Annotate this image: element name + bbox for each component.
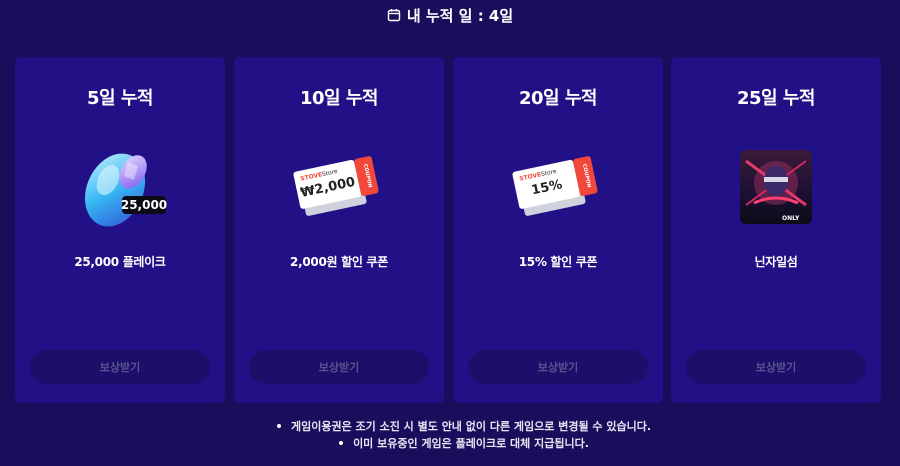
card-title: 5일 누적 xyxy=(87,88,153,109)
game-tag: ONLY xyxy=(782,215,800,222)
calendar-icon xyxy=(387,9,401,22)
card-title: 20일 누적 xyxy=(519,88,598,109)
accumulated-days-header: 내 누적 일 : 4일 xyxy=(0,4,900,26)
reward-card-5-days: 5일 누적 25,000 25,000 플레이크 보상받기 xyxy=(15,57,225,403)
reward-image: COUPON STOVE Store ₩2,000 xyxy=(234,137,444,237)
crystal-icon: 25,000 xyxy=(84,153,167,227)
reward-name: 닌자일섬 xyxy=(754,255,798,269)
claim-reward-button[interactable]: 보상받기 xyxy=(30,350,210,384)
card-title: 25일 누적 xyxy=(737,88,816,109)
reward-card-20-days: 20일 누적 COUPON STOVE Store 15% 15% 할인 쿠폰 … xyxy=(453,57,663,403)
reward-name: 2,000원 할인 쿠폰 xyxy=(290,255,388,269)
claim-reward-button[interactable]: 보상받기 xyxy=(249,350,429,384)
card-title: 10일 누적 xyxy=(300,88,379,109)
game-cover-icon: ONLY xyxy=(740,150,812,224)
reward-cards: 5일 누적 25,000 25,000 플레이크 보상받기 10일 누적 COU… xyxy=(15,57,881,403)
coupon-icon: COUPON STOVE Store 15% xyxy=(512,156,598,216)
reward-card-10-days: 10일 누적 COUPON STOVE Store ₩2,000 2,000원 … xyxy=(234,57,444,403)
accumulated-days-title: 내 누적 일 : 4일 xyxy=(406,6,514,25)
notice-list: 게임이용권은 조기 소진 시 별도 안내 없이 다른 게임으로 변경될 수 있습… xyxy=(0,418,900,452)
reward-badge: 25,000 xyxy=(121,198,167,212)
reward-image: 25,000 xyxy=(15,137,225,237)
reward-image: COUPON STOVE Store 15% xyxy=(453,137,663,237)
claim-reward-button[interactable]: 보상받기 xyxy=(686,350,866,384)
reward-name: 25,000 플레이크 xyxy=(74,255,166,269)
claim-reward-button[interactable]: 보상받기 xyxy=(468,350,648,384)
notice-item: 이미 보유중인 게임은 플레이크로 대체 지급됩니다. xyxy=(339,435,589,452)
reward-name: 15% 할인 쿠폰 xyxy=(518,255,598,269)
coupon-icon: COUPON STOVE Store ₩2,000 xyxy=(293,156,379,216)
reward-card-25-days: 25일 누적 ONLY 닌자일섬 보상받기 xyxy=(671,57,881,403)
notice-item: 게임이용권은 조기 소진 시 별도 안내 없이 다른 게임으로 변경될 수 있습… xyxy=(276,418,651,435)
reward-image: ONLY xyxy=(671,137,881,237)
